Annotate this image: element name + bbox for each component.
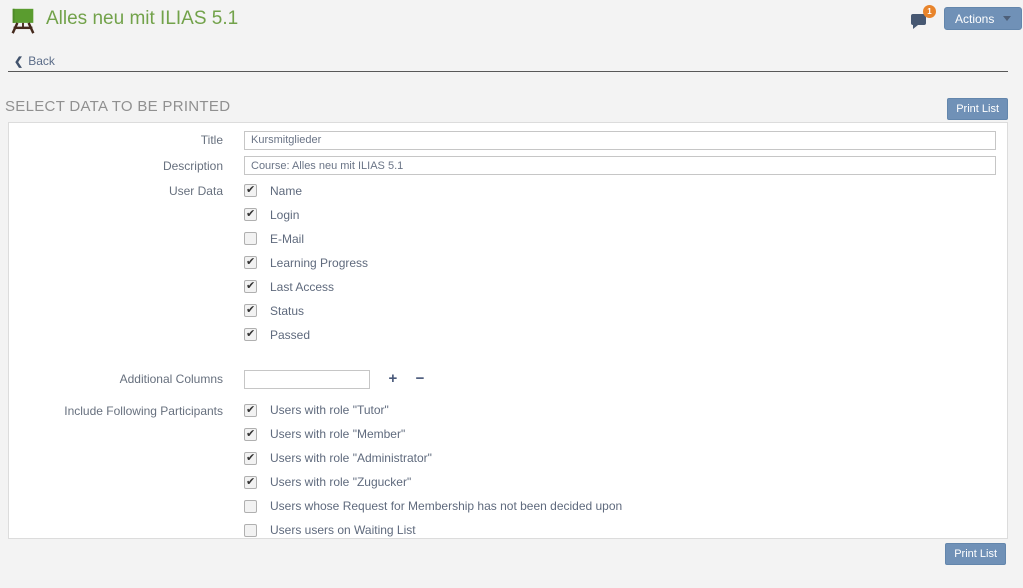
checkbox[interactable] xyxy=(244,184,257,197)
checkbox-label: Users with role "Administrator" xyxy=(270,451,432,465)
user-data-option: Login xyxy=(244,208,996,221)
checkbox[interactable] xyxy=(244,404,257,417)
checkbox-label: Status xyxy=(270,304,304,318)
participants-row: Include Following Participants Users wit… xyxy=(9,401,1007,548)
page: Alles neu mit ILIAS 5.1 1 Actions ❮ Back… xyxy=(0,0,1023,588)
checkbox-label: Login xyxy=(270,208,299,222)
page-title: Alles neu mit ILIAS 5.1 xyxy=(46,8,238,30)
title-row: Title xyxy=(9,130,1007,150)
title-label: Title xyxy=(9,130,244,150)
chevron-down-icon xyxy=(1003,16,1011,21)
checkbox[interactable] xyxy=(244,328,257,341)
participant-option: Users with role "Zugucker" xyxy=(244,476,996,489)
participants-label: Include Following Participants xyxy=(9,401,244,548)
back-link-label: Back xyxy=(28,54,55,68)
user-data-option: Name xyxy=(244,184,996,197)
checkbox[interactable] xyxy=(244,304,257,317)
checkbox[interactable] xyxy=(244,452,257,465)
print-list-button-bottom[interactable]: Print List xyxy=(945,543,1006,565)
header-divider xyxy=(8,71,1008,72)
participant-option: Users with role "Member" xyxy=(244,428,996,441)
additional-columns-row: Additional Columns + − xyxy=(9,369,1007,389)
checkbox-label: Last Access xyxy=(270,280,334,294)
actions-button[interactable]: Actions xyxy=(944,7,1022,30)
user-data-option: Learning Progress xyxy=(244,256,996,269)
user-data-row: User Data Name Login E-Mail xyxy=(9,181,1007,352)
checkbox-label: Users whose Request for Membership has n… xyxy=(270,499,622,513)
checkbox-label: E-Mail xyxy=(270,232,304,246)
participant-option: Users with role "Administrator" xyxy=(244,452,996,465)
checkbox[interactable] xyxy=(244,256,257,269)
checkbox-label: Users users on Waiting List xyxy=(270,523,416,537)
participants-options: Users with role "Tutor" Users with role … xyxy=(244,404,996,548)
user-data-option: Last Access xyxy=(244,280,996,293)
form-panel: Title Description User Data Name xyxy=(8,122,1008,539)
notification-area[interactable]: 1 xyxy=(911,14,926,25)
checkbox-label: Learning Progress xyxy=(270,256,368,270)
print-list-button-top[interactable]: Print List xyxy=(947,98,1008,120)
user-data-label: User Data xyxy=(9,181,244,352)
back-chevron-icon: ❮ xyxy=(14,55,23,68)
description-row: Description xyxy=(9,156,1007,176)
title-input[interactable] xyxy=(244,131,996,150)
checkbox[interactable] xyxy=(244,280,257,293)
course-icon xyxy=(8,6,38,36)
notification-badge: 1 xyxy=(923,5,936,18)
user-data-option: E-Mail xyxy=(244,232,996,245)
checkbox[interactable] xyxy=(244,428,257,441)
back-link[interactable]: ❮ Back xyxy=(14,54,55,68)
checkbox-label: Users with role "Tutor" xyxy=(270,403,389,417)
participant-option: Users with role "Tutor" xyxy=(244,404,996,417)
checkbox[interactable] xyxy=(244,524,257,537)
description-label: Description xyxy=(9,156,244,176)
user-data-options: Name Login E-Mail Learning Progr xyxy=(244,184,996,352)
user-data-option: Status xyxy=(244,304,996,317)
participant-option: Users users on Waiting List xyxy=(244,524,996,537)
additional-columns-input[interactable] xyxy=(244,370,370,389)
add-icon[interactable]: + xyxy=(388,369,397,388)
checkbox-label: Name xyxy=(270,184,302,198)
checkbox[interactable] xyxy=(244,208,257,221)
description-input[interactable] xyxy=(244,156,996,175)
checkbox-label: Users with role "Zugucker" xyxy=(270,475,411,489)
participant-option: Users whose Request for Membership has n… xyxy=(244,500,996,513)
additional-columns-label: Additional Columns xyxy=(9,369,244,389)
section-title: SELECT DATA TO BE PRINTED xyxy=(5,98,230,115)
section-header: SELECT DATA TO BE PRINTED Print List xyxy=(5,98,1008,120)
checkbox[interactable] xyxy=(244,500,257,513)
checkbox[interactable] xyxy=(244,232,257,245)
user-data-option: Passed xyxy=(244,328,996,341)
remove-icon[interactable]: − xyxy=(416,369,425,388)
checkbox-label: Users with role "Member" xyxy=(270,427,405,441)
actions-button-label: Actions xyxy=(955,12,994,26)
checkbox-label: Passed xyxy=(270,328,310,342)
checkbox[interactable] xyxy=(244,476,257,489)
